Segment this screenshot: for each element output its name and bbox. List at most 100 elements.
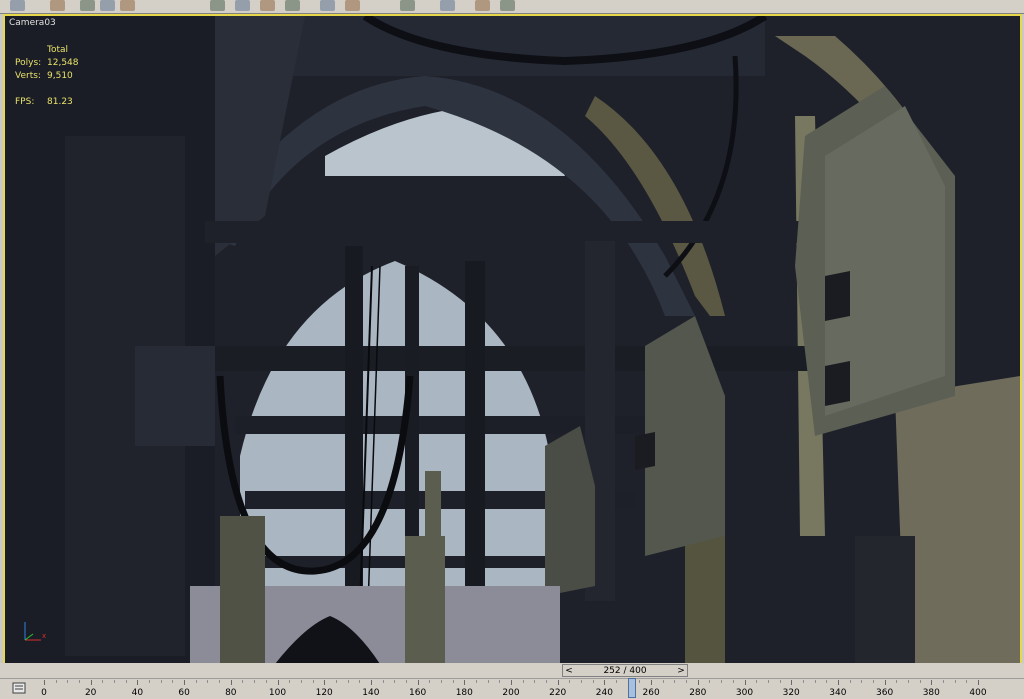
track-tick	[475, 680, 477, 683]
track-tick	[300, 680, 302, 683]
material-editor-icon[interactable]	[440, 0, 455, 11]
track-tick-label: 120	[315, 688, 333, 698]
track-tick	[487, 680, 489, 683]
track-tick	[639, 680, 641, 683]
track-tick-label: 200	[502, 688, 520, 698]
track-tick	[172, 680, 174, 683]
track-tick-label: 300	[735, 688, 754, 698]
track-tick	[779, 680, 781, 683]
track-tick	[219, 680, 221, 683]
track-tick	[405, 680, 407, 683]
percent-snap-icon[interactable]	[400, 0, 415, 11]
track-bar[interactable]: 0 20 40 60 80 100 120 140 160 180 200 220 240 260 280 3…	[0, 678, 1024, 699]
track-tick	[195, 680, 197, 683]
track-tick	[849, 680, 851, 683]
track-tick	[254, 680, 256, 683]
track-tick-label: 260	[642, 688, 660, 698]
prev-frame-button[interactable]: <	[563, 666, 575, 676]
track-tick	[756, 680, 758, 683]
track-tick	[440, 680, 442, 683]
track-tick	[289, 680, 291, 683]
track-tick	[791, 680, 793, 685]
track-tick	[581, 680, 583, 683]
svg-text:x: x	[42, 632, 46, 640]
time-slider-bar	[0, 663, 1024, 678]
track-tick	[978, 680, 979, 685]
track-tick	[359, 680, 361, 683]
stats-value: 81.23	[47, 97, 73, 107]
track-tick	[662, 680, 664, 683]
track-tick-label: 180	[455, 688, 473, 698]
angle-snap-icon[interactable]	[345, 0, 360, 11]
track-tick	[67, 680, 69, 683]
viewport-label[interactable]: Camera03	[9, 18, 56, 28]
stats-label: Verts:	[15, 71, 41, 81]
stats-value: 9,510	[47, 71, 73, 81]
track-filter-icon[interactable]	[12, 682, 26, 694]
track-tick-label: 320	[782, 688, 800, 698]
track-tick	[160, 680, 162, 683]
track-tick	[114, 680, 116, 683]
track-tick-label: 140	[362, 688, 380, 698]
window-crossing-icon[interactable]	[100, 0, 115, 11]
track-tick-label: 0	[41, 688, 47, 698]
track-tick-label: 20	[84, 688, 97, 698]
track-tick	[464, 680, 466, 685]
track-tick	[452, 680, 454, 683]
track-tick-label: 60	[178, 688, 190, 698]
time-slider[interactable]: < 252 / 400 >	[562, 664, 688, 677]
track-tick	[686, 680, 688, 683]
track-tick	[184, 680, 186, 685]
track-tick	[884, 680, 886, 685]
track-tick	[522, 680, 524, 683]
move-icon[interactable]	[120, 0, 135, 11]
track-tick	[125, 680, 127, 683]
quick-render-icon[interactable]	[500, 0, 515, 11]
track-tick-label: 280	[689, 688, 707, 698]
track-tick	[347, 680, 349, 683]
track-tick	[837, 680, 839, 685]
track-tick	[102, 680, 104, 683]
track-tick	[744, 680, 746, 685]
viewport-render	[5, 16, 1020, 664]
current-time-marker[interactable]	[628, 678, 637, 698]
main-toolbar	[0, 0, 1024, 14]
track-tick	[872, 680, 874, 683]
track-tick	[674, 680, 676, 683]
select-icon[interactable]	[10, 0, 25, 11]
track-tick	[732, 680, 734, 683]
track-tick	[942, 680, 944, 683]
align-icon[interactable]	[285, 0, 300, 11]
scale-icon[interactable]	[235, 0, 250, 11]
track-tick	[931, 680, 933, 685]
select-region-icon[interactable]	[80, 0, 95, 11]
track-tick	[511, 680, 512, 685]
track-tick-label: 360	[876, 688, 894, 698]
mirror-icon[interactable]	[260, 0, 275, 11]
track-tick	[382, 680, 384, 683]
track-tick	[242, 680, 244, 683]
track-tick	[814, 680, 816, 683]
next-frame-button[interactable]: >	[675, 666, 687, 676]
track-tick	[207, 680, 209, 683]
track-tick	[546, 680, 548, 683]
track-tick	[417, 680, 419, 685]
track-tick	[44, 680, 45, 685]
track-tick	[312, 680, 314, 683]
track-tick	[137, 680, 139, 685]
render-scene-icon[interactable]	[475, 0, 490, 11]
track-tick-label: 380	[922, 688, 940, 698]
track-tick	[896, 680, 898, 683]
rotate-icon[interactable]	[210, 0, 225, 11]
frame-counter: 252 / 400	[603, 665, 647, 676]
snap-icon[interactable]	[320, 0, 335, 11]
track-tick	[557, 680, 559, 685]
track-tick-label: 240	[595, 688, 613, 698]
select-object-icon[interactable]	[50, 0, 65, 11]
track-tick	[592, 680, 594, 683]
track-tick	[651, 680, 653, 685]
track-tick	[907, 680, 909, 683]
track-tick	[265, 680, 267, 683]
camera-viewport[interactable]: Camera03 Total Polys: 12,548 Verts: 9,51…	[3, 14, 1022, 666]
track-tick	[604, 680, 606, 685]
